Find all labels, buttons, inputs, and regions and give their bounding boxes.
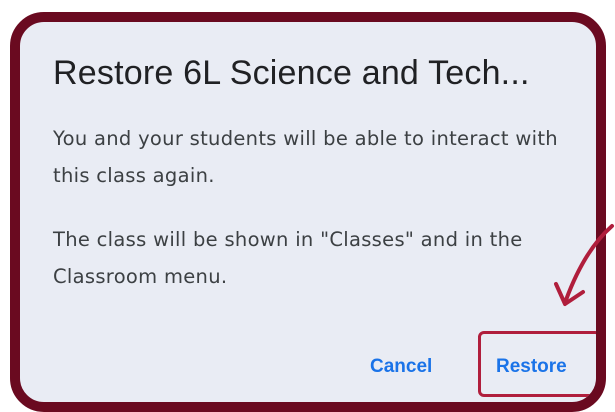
dialog-message-visibility: The class will be shown in "Classes" and… <box>53 228 523 288</box>
screenshot-frame: Restore 6L Science and Tech... You and y… <box>0 0 615 412</box>
restore-button[interactable]: Restore <box>496 356 567 378</box>
dialog-title: Restore 6L Science and Tech... <box>53 54 530 92</box>
restore-class-dialog: Restore 6L Science and Tech... You and y… <box>10 12 606 412</box>
dialog-message-interact: You and your students will be able to in… <box>53 127 558 187</box>
cancel-button[interactable]: Cancel <box>370 356 432 378</box>
